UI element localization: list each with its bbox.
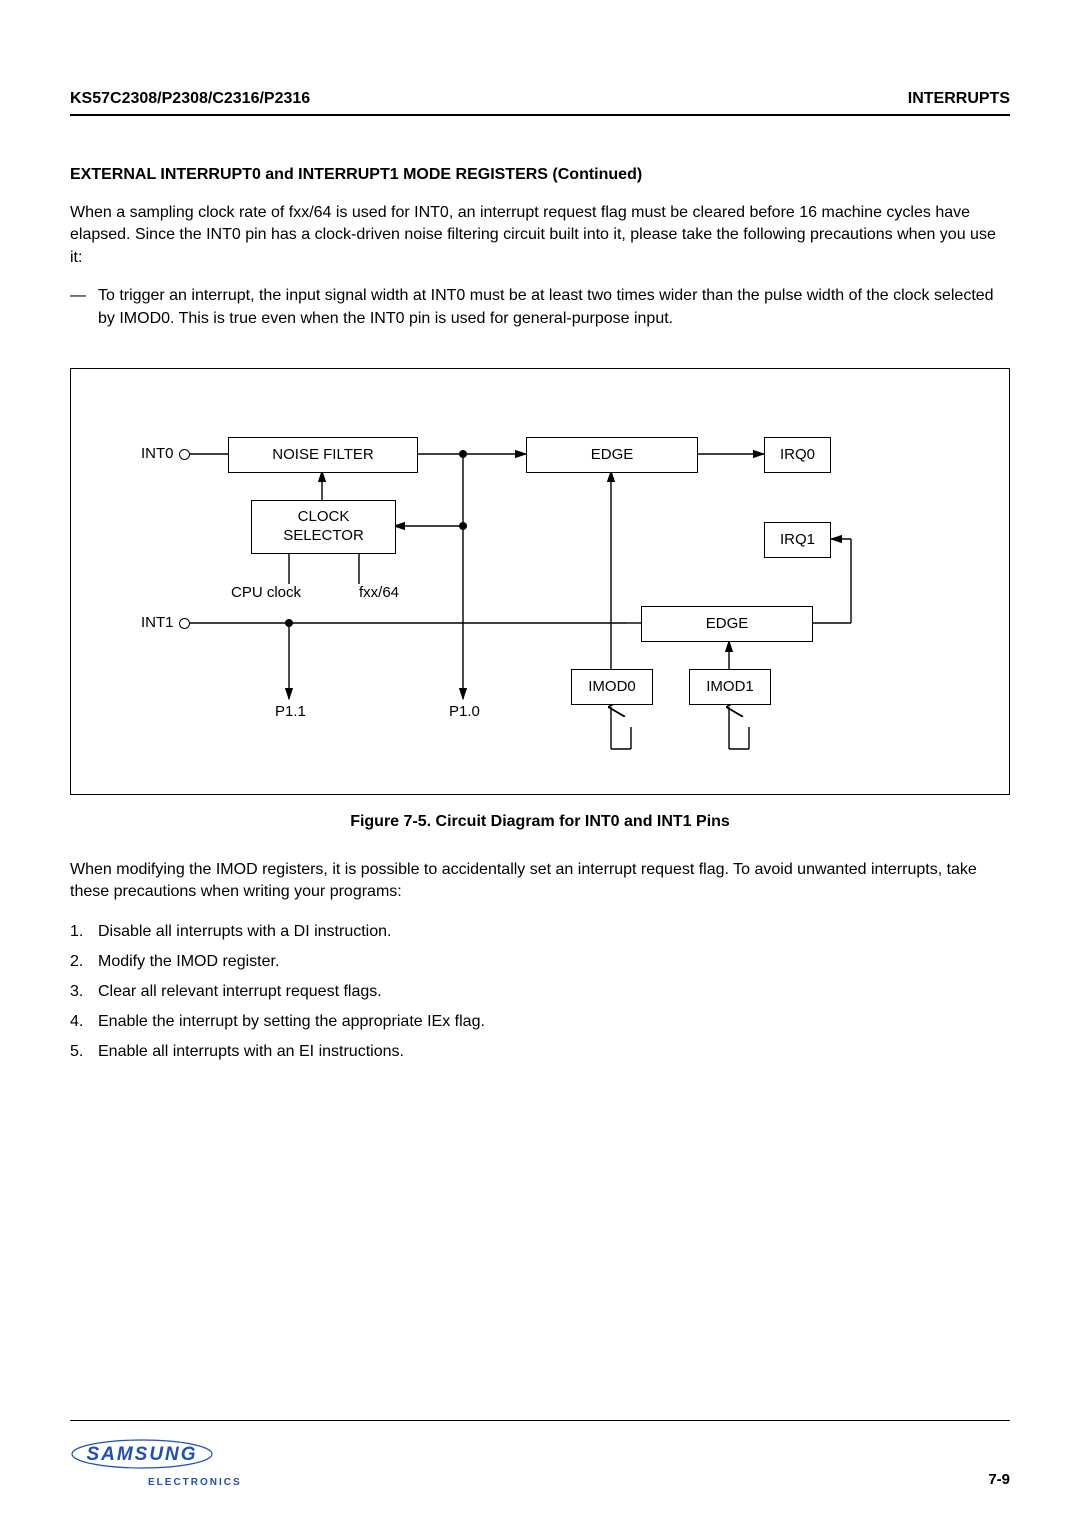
page-header: KS57C2308/P2308/C2316/P2316 INTERRUPTS xyxy=(70,90,1010,108)
label-fxx64: fxx/64 xyxy=(359,584,399,601)
dash-list-item: — To trigger an interrupt, the input sig… xyxy=(70,285,1010,330)
node-dot-1 xyxy=(459,450,467,458)
header-left: KS57C2308/P2308/C2316/P2316 xyxy=(70,90,310,108)
list-item: 5.Enable all interrupts with an EI instr… xyxy=(70,1040,1010,1064)
list-text: Modify the IMOD register. xyxy=(98,950,279,974)
box-imod1: IMOD1 xyxy=(689,669,771,705)
list-text: Disable all interrupts with a DI instruc… xyxy=(98,920,391,944)
samsung-logo: SAMSUNG ELECTRONICS xyxy=(70,1439,242,1488)
box-noise-filter: NOISE FILTER xyxy=(228,437,418,473)
paragraph-1: When a sampling clock rate of fxx/64 is … xyxy=(70,202,1010,269)
figure-caption: Figure 7-5. Circuit Diagram for INT0 and… xyxy=(70,813,1010,831)
box-irq1: IRQ1 xyxy=(764,522,831,558)
header-rule xyxy=(70,114,1010,116)
paragraph-2: When modifying the IMOD registers, it is… xyxy=(70,859,1010,904)
list-number: 1. xyxy=(70,920,98,944)
node-dot-3 xyxy=(459,522,467,530)
box-edge1: EDGE xyxy=(641,606,813,642)
box-edge0: EDGE xyxy=(526,437,698,473)
samsung-logo-icon: SAMSUNG xyxy=(70,1439,230,1475)
section-title: EXTERNAL INTERRUPT0 and INTERRUPT1 MODE … xyxy=(70,166,1010,184)
label-cpu-clock: CPU clock xyxy=(231,584,301,601)
list-text: Enable all interrupts with an EI instruc… xyxy=(98,1040,404,1064)
label-int0: INT0 xyxy=(141,445,174,462)
svg-text:SAMSUNG: SAMSUNG xyxy=(86,1444,197,1465)
list-item: 4.Enable the interrupt by setting the ap… xyxy=(70,1010,1010,1034)
page-number: 7-9 xyxy=(988,1471,1010,1488)
list-item: 2.Modify the IMOD register. xyxy=(70,950,1010,974)
list-number: 4. xyxy=(70,1010,98,1034)
label-int1: INT1 xyxy=(141,614,174,631)
electronics-label: ELECTRONICS xyxy=(148,1477,242,1488)
list-text: Enable the interrupt by setting the appr… xyxy=(98,1010,485,1034)
list-number: 5. xyxy=(70,1040,98,1064)
dash-list: — To trigger an interrupt, the input sig… xyxy=(70,285,1010,330)
footer-rule xyxy=(70,1420,1010,1421)
numbered-list: 1.Disable all interrupts with a DI instr… xyxy=(70,920,1010,1064)
list-number: 3. xyxy=(70,980,98,1004)
dash-item-text: To trigger an interrupt, the input signa… xyxy=(98,285,1010,330)
box-irq0: IRQ0 xyxy=(764,437,831,473)
list-text: Clear all relevant interrupt request fla… xyxy=(98,980,382,1004)
port-int1 xyxy=(179,618,190,629)
list-item: 3.Clear all relevant interrupt request f… xyxy=(70,980,1010,1004)
page-footer: SAMSUNG ELECTRONICS 7-9 xyxy=(70,1420,1010,1488)
diagram-wires xyxy=(71,369,1009,794)
box-clock-selector: CLOCK SELECTOR xyxy=(251,500,396,554)
header-right: INTERRUPTS xyxy=(908,90,1010,108)
port-int0 xyxy=(179,449,190,460)
node-dot-2 xyxy=(285,619,293,627)
box-imod0: IMOD0 xyxy=(571,669,653,705)
list-item: 1.Disable all interrupts with a DI instr… xyxy=(70,920,1010,944)
label-p10: P1.0 xyxy=(449,703,480,720)
circuit-diagram: INT0 NOISE FILTER CLOCK SELECTOR CPU clo… xyxy=(70,368,1010,795)
list-number: 2. xyxy=(70,950,98,974)
label-p11: P1.1 xyxy=(275,703,306,720)
dash-icon: — xyxy=(70,285,98,330)
